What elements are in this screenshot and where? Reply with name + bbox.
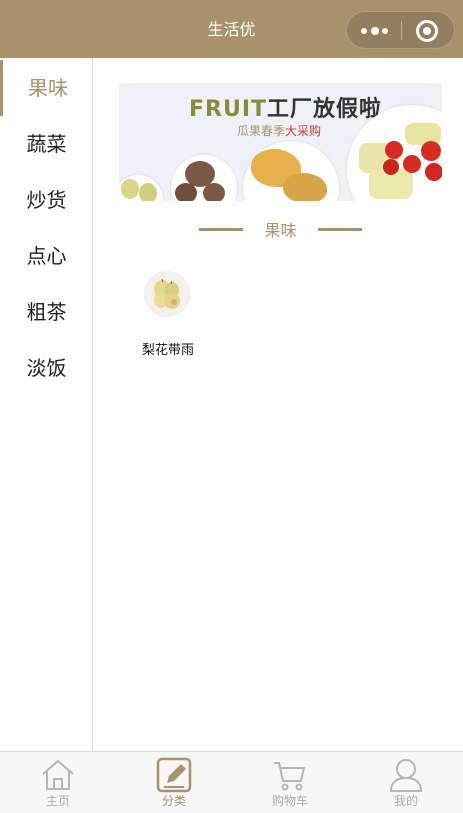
tab-label: 主页	[45, 794, 70, 808]
mini-program-capsule	[346, 11, 455, 49]
pear-fruit	[139, 183, 157, 201]
bottom-tab-bar: 主页 分类 购物车 我的	[0, 751, 463, 813]
tab-cart[interactable]: 购物车	[232, 752, 348, 813]
section-divider-right	[318, 228, 362, 231]
home-icon	[42, 759, 74, 790]
kiwi-fruit	[175, 183, 197, 201]
cart-icon	[274, 762, 306, 791]
product-name: 梨花带雨	[141, 343, 194, 358]
pear-fruit	[121, 179, 139, 199]
navigation-bar: 生活优	[0, 0, 463, 58]
pear-thumbnail-icon	[145, 272, 189, 316]
section-header: 果味	[199, 219, 362, 243]
category-sidebar: 果味 蔬菜 炒货 点心 粗茶 淡饭	[0, 58, 93, 751]
sidebar-item-chaohuo[interactable]: 炒货	[0, 172, 93, 228]
mango-fruit	[283, 173, 327, 201]
tomato-fruit	[385, 141, 403, 159]
close-mini-program-icon[interactable]	[416, 20, 438, 42]
more-options-icon[interactable]	[361, 27, 391, 36]
tab-label: 分类	[161, 794, 186, 808]
promo-banner[interactable]: FRUIT工厂放假啦 瓜果春季大采购	[119, 83, 442, 201]
banner-subtitle: 瓜果春季大采购	[237, 124, 322, 138]
capsule-divider	[401, 21, 402, 40]
tomato-fruit	[383, 159, 399, 175]
section-divider-left	[199, 228, 243, 231]
tomato-fruit	[425, 163, 442, 181]
tomato-fruit	[421, 141, 441, 161]
sidebar-item-guowei[interactable]: 果味	[0, 60, 93, 116]
kiwi-fruit	[203, 183, 225, 201]
sidebar-item-cucha[interactable]: 粗茶	[0, 284, 93, 340]
tomato-fruit	[403, 155, 421, 173]
product-item[interactable]: 梨花带雨	[133, 272, 203, 364]
tab-category[interactable]: 分类	[116, 752, 232, 813]
tab-label: 我的	[393, 794, 418, 808]
sidebar-item-dianxin[interactable]: 点心	[0, 228, 93, 284]
tab-profile[interactable]: 我的	[348, 752, 463, 813]
section-title: 果味	[264, 221, 297, 240]
edit-category-icon	[156, 757, 192, 793]
user-icon	[389, 759, 423, 792]
tab-label: 购物车	[271, 794, 308, 808]
sidebar-item-danfan[interactable]: 淡饭	[0, 340, 93, 396]
tab-home[interactable]: 主页	[0, 752, 116, 813]
banner-title: FRUIT工厂放假啦	[189, 97, 383, 122]
sidebar-item-shucai[interactable]: 蔬菜	[0, 116, 93, 172]
